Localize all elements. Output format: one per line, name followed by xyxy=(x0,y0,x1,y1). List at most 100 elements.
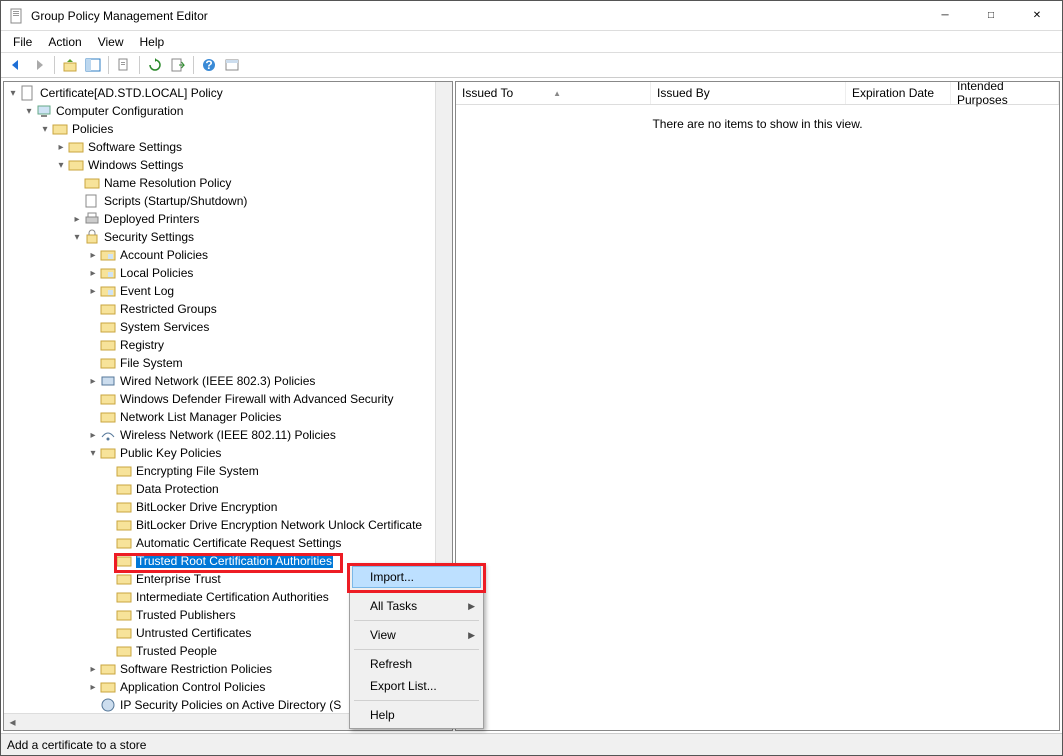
ctx-import[interactable]: Import... xyxy=(352,566,481,588)
chevron-right-icon[interactable]: ▸ xyxy=(86,268,100,279)
policy-folder-icon xyxy=(100,265,116,281)
folder-icon xyxy=(116,571,132,587)
toolbar: ? xyxy=(1,52,1062,78)
chevron-down-icon[interactable]: ▾ xyxy=(6,88,20,99)
chevron-right-icon[interactable]: ▸ xyxy=(70,214,84,225)
tree-item[interactable]: ▸Deployed Printers xyxy=(4,210,452,228)
close-button[interactable]: ✕ xyxy=(1014,1,1060,30)
chevron-down-icon[interactable]: ▾ xyxy=(54,160,68,171)
maximize-button[interactable]: □ xyxy=(968,1,1014,30)
tree-item[interactable]: ▾Security Settings xyxy=(4,228,452,246)
tree-item[interactable]: ▾Policies xyxy=(4,120,452,138)
toolbar-separator xyxy=(193,56,194,74)
chevron-down-icon[interactable]: ▾ xyxy=(38,124,52,135)
ctx-all-tasks[interactable]: All Tasks▶ xyxy=(352,595,481,617)
tree-item[interactable]: ▸Wireless Network (IEEE 802.11) Policies xyxy=(4,426,452,444)
chevron-right-icon[interactable]: ▸ xyxy=(86,286,100,297)
ctx-refresh[interactable]: Refresh xyxy=(352,653,481,675)
tree-item[interactable]: BitLocker Drive Encryption Network Unloc… xyxy=(4,516,452,534)
tree-item[interactable]: Scripts (Startup/Shutdown) xyxy=(4,192,452,210)
menu-help[interactable]: Help xyxy=(132,33,173,51)
tree-item[interactable]: Windows Defender Firewall with Advanced … xyxy=(4,390,452,408)
export-button[interactable] xyxy=(167,54,189,76)
chevron-right-icon[interactable]: ▸ xyxy=(86,664,100,675)
tree-item[interactable]: ▸Event Log xyxy=(4,282,452,300)
chevron-down-icon[interactable]: ▾ xyxy=(22,106,36,117)
refresh-button[interactable] xyxy=(144,54,166,76)
annotation-highlight xyxy=(114,553,343,573)
tree-item[interactable]: Name Resolution Policy xyxy=(4,174,452,192)
folder-icon xyxy=(116,499,132,515)
policy-folder-icon xyxy=(100,247,116,263)
window: Group Policy Management Editor ─ □ ✕ Fil… xyxy=(0,0,1063,756)
list-empty-message: There are no items to show in this view. xyxy=(456,105,1059,730)
chevron-right-icon[interactable]: ▸ xyxy=(86,682,100,693)
tree-item[interactable]: ▸Wired Network (IEEE 802.3) Policies xyxy=(4,372,452,390)
ctx-separator xyxy=(354,700,479,701)
chevron-down-icon[interactable]: ▾ xyxy=(86,448,100,459)
tree-item[interactable]: ▾Computer Configuration xyxy=(4,102,452,120)
chevron-down-icon[interactable]: ▾ xyxy=(70,232,84,243)
filter-button[interactable] xyxy=(221,54,243,76)
submenu-arrow-icon: ▶ xyxy=(468,601,475,612)
tree-root[interactable]: ▾Certificate[AD.STD.LOCAL] Policy xyxy=(4,84,452,102)
tree-item[interactable]: Encrypting File System xyxy=(4,462,452,480)
forward-button[interactable] xyxy=(28,54,50,76)
toolbar-separator xyxy=(108,56,109,74)
tree-item[interactable]: ▾Public Key Policies xyxy=(4,444,452,462)
tree-item[interactable]: ▸Local Policies xyxy=(4,264,452,282)
menu-action[interactable]: Action xyxy=(40,33,89,51)
tree-item[interactable]: ▸Account Policies xyxy=(4,246,452,264)
window-title: Group Policy Management Editor xyxy=(31,9,922,23)
folder-icon xyxy=(52,121,68,137)
body: ▾Certificate[AD.STD.LOCAL] Policy ▾Compu… xyxy=(1,78,1062,733)
tree-item[interactable]: BitLocker Drive Encryption xyxy=(4,498,452,516)
menu-view[interactable]: View xyxy=(90,33,132,51)
chevron-right-icon[interactable]: ▸ xyxy=(86,250,100,261)
menu-file[interactable]: File xyxy=(5,33,40,51)
ctx-export[interactable]: Export List... xyxy=(352,675,481,697)
column-issued-to[interactable]: Issued To▲ xyxy=(456,82,651,104)
chevron-right-icon[interactable]: ▸ xyxy=(86,376,100,387)
ctx-view[interactable]: View▶ xyxy=(352,624,481,646)
tree-item[interactable]: Registry xyxy=(4,336,452,354)
tree-item[interactable]: System Services xyxy=(4,318,452,336)
computer-icon xyxy=(36,103,52,119)
column-issued-by[interactable]: Issued By xyxy=(651,82,846,104)
tree-item[interactable]: Network List Manager Policies xyxy=(4,408,452,426)
policy-folder-icon xyxy=(100,283,116,299)
minimize-button[interactable]: ─ xyxy=(922,1,968,30)
ctx-separator xyxy=(354,620,479,621)
policy-icon xyxy=(20,85,36,101)
column-expiration[interactable]: Expiration Date xyxy=(846,82,951,104)
submenu-arrow-icon: ▶ xyxy=(468,630,475,641)
ctx-separator xyxy=(354,649,479,650)
tree-item[interactable]: Data Protection xyxy=(4,480,452,498)
folder-icon xyxy=(68,139,84,155)
scroll-left-icon[interactable]: ◂ xyxy=(4,714,21,730)
tree-item[interactable]: File System xyxy=(4,354,452,372)
sort-asc-icon: ▲ xyxy=(553,89,561,98)
back-button[interactable] xyxy=(5,54,27,76)
network-icon xyxy=(100,373,116,389)
ctx-help[interactable]: Help xyxy=(352,704,481,726)
list-header: Issued To▲ Issued By Expiration Date Int… xyxy=(456,82,1059,105)
context-menu: Import... All Tasks▶ View▶ Refresh Expor… xyxy=(349,563,484,729)
folder-icon xyxy=(116,607,132,623)
folder-icon xyxy=(116,463,132,479)
chevron-right-icon[interactable]: ▸ xyxy=(86,430,100,441)
tree-item[interactable]: ▸Software Settings xyxy=(4,138,452,156)
security-icon xyxy=(84,229,100,245)
copy-button[interactable] xyxy=(113,54,135,76)
chevron-right-icon[interactable]: ▸ xyxy=(54,142,68,153)
ctx-separator xyxy=(354,591,479,592)
window-controls: ─ □ ✕ xyxy=(922,1,1060,30)
tree-item[interactable]: Automatic Certificate Request Settings xyxy=(4,534,452,552)
show-hide-tree-button[interactable] xyxy=(82,54,104,76)
tree-item[interactable]: ▾Windows Settings xyxy=(4,156,452,174)
help-button[interactable]: ? xyxy=(198,54,220,76)
up-button[interactable] xyxy=(59,54,81,76)
wireless-icon xyxy=(100,427,116,443)
tree-item[interactable]: Restricted Groups xyxy=(4,300,452,318)
column-purposes[interactable]: Intended Purposes xyxy=(951,82,1059,104)
